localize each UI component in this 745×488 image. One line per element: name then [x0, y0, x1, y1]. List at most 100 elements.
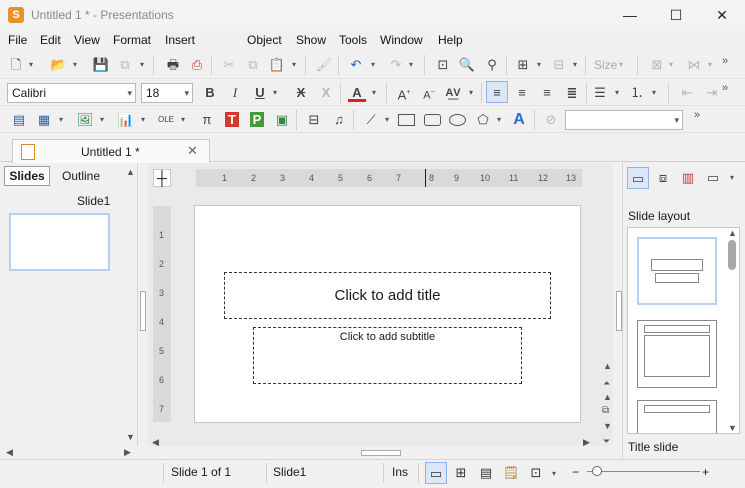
table-dropdown-icon[interactable]: ▾ [57, 109, 65, 131]
handout-view-icon[interactable]: ▤ [475, 462, 497, 484]
document-tab[interactable]: Untitled 1 * ✕ [12, 139, 210, 163]
previous-slide-icon[interactable]: ▲ [603, 392, 612, 402]
previous-page-icon[interactable]: ⏶ [603, 378, 610, 389]
transitions-sidebar-icon[interactable]: ⧈ [652, 167, 674, 189]
menu-view[interactable]: View [74, 33, 100, 47]
group-dropdown-icon[interactable]: ▾ [535, 54, 543, 76]
image-object-icon[interactable]: ▣ [271, 109, 293, 131]
redo-icon[interactable]: ↷ [385, 54, 407, 76]
formula-icon[interactable]: π [196, 109, 218, 131]
chart-icon[interactable]: 📊 [115, 109, 137, 131]
font-color-dropdown-icon[interactable]: ▾ [370, 82, 378, 104]
tab-outline[interactable]: Outline [54, 166, 108, 186]
slide-sorter-view-icon[interactable]: ⊞ [450, 462, 472, 484]
size-button[interactable]: Size [594, 58, 617, 72]
rounded-rectangle-shape-icon[interactable] [424, 114, 441, 126]
align-objects-icon[interactable]: ⊟ [548, 54, 570, 76]
ole-object-icon[interactable]: OLE [155, 109, 177, 131]
chevron-right-icon[interactable]: ▶ [124, 447, 131, 458]
align-dropdown-icon[interactable]: ▾ [571, 54, 579, 76]
font-size-combo[interactable]: 18 ▾ [141, 83, 193, 103]
undo-dropdown-icon[interactable]: ▾ [369, 54, 377, 76]
distribute-dropdown-icon[interactable]: ▾ [706, 54, 714, 76]
slide-size-icon[interactable]: ⊡ [432, 54, 454, 76]
autoshapes-dropdown-icon[interactable]: ▾ [495, 109, 503, 131]
decrease-indent-icon[interactable]: ⇤ [676, 82, 698, 104]
chevron-down-icon[interactable]: ▼ [728, 423, 737, 433]
arrange-icon[interactable]: ⊠ [646, 54, 668, 76]
menu-edit[interactable]: Edit [40, 33, 61, 47]
save-as-icon[interactable]: ⧉ [114, 54, 136, 76]
title-placeholder[interactable]: Click to add title [224, 272, 551, 319]
subtitle-placeholder[interactable]: Click to add subtitle [253, 327, 522, 384]
bottom-splitter-handle[interactable] [361, 450, 401, 456]
find-icon[interactable]: ⚲ [481, 54, 503, 76]
numbering-dropdown-icon[interactable]: ▾ [650, 82, 658, 104]
bullets-dropdown-icon[interactable]: ▾ [613, 82, 621, 104]
numbering-icon[interactable]: ⒈ [626, 82, 648, 104]
increase-indent-icon[interactable]: ⇥ [701, 82, 723, 104]
sound-icon[interactable]: ♫ [328, 109, 350, 131]
minimize-button[interactable]: — [607, 0, 653, 31]
underline-dropdown-icon[interactable]: ▾ [271, 82, 279, 104]
layout-scrollbar-thumb[interactable] [728, 240, 736, 270]
sidebar-dropdown-icon[interactable]: ▾ [728, 167, 736, 189]
spacing-dropdown-icon[interactable]: ▾ [467, 82, 475, 104]
justify-button[interactable]: ≣ [561, 82, 583, 104]
slide-layout-sidebar-icon[interactable]: ▭ [627, 167, 649, 189]
menu-object[interactable]: Object [247, 33, 282, 47]
toolbar-overflow-icon[interactable]: » [722, 82, 728, 94]
chevron-left-icon[interactable]: ◀ [152, 437, 159, 448]
rectangle-shape-icon[interactable] [398, 114, 415, 126]
layout-title-only[interactable] [637, 400, 717, 433]
clear-formatting-button[interactable]: X [315, 82, 337, 104]
line-dropdown-icon[interactable]: ▾ [383, 109, 391, 131]
align-left-button[interactable]: ≡ [486, 81, 508, 103]
close-tab-icon[interactable]: ✕ [187, 143, 198, 159]
undo-icon[interactable]: ↶ [345, 54, 367, 76]
chevron-left-icon[interactable]: ◀ [6, 447, 13, 458]
underline-button[interactable]: U [249, 82, 271, 104]
strikethrough-button[interactable]: X [290, 82, 312, 104]
new-document-icon[interactable]: 🗋 [5, 54, 27, 76]
size-dropdown-icon[interactable]: ▾ [617, 54, 625, 76]
autoshapes-icon[interactable]: ⬠ [472, 109, 494, 131]
redo-dropdown-icon[interactable]: ▾ [407, 54, 415, 76]
menu-insert[interactable]: Insert [165, 33, 195, 47]
insert-mode[interactable]: Ins [392, 465, 408, 479]
chevron-up-icon[interactable]: ▲ [728, 228, 737, 238]
toolbar-overflow-icon[interactable]: » [722, 55, 728, 67]
format-painter-icon[interactable]: 🖌 [313, 54, 335, 76]
open-folder-icon[interactable]: 📂 [48, 54, 70, 76]
paste-dropdown-icon[interactable]: ▾ [290, 54, 298, 76]
align-right-button[interactable]: ≡ [536, 82, 558, 104]
notes-view-icon[interactable]: 🗒 [500, 462, 522, 484]
planmaker-icon[interactable]: P [246, 109, 268, 131]
pdf-export-icon[interactable]: ⎙ [186, 54, 208, 76]
bold-button[interactable]: B [199, 82, 221, 104]
table-icon[interactable]: ▦ [33, 109, 55, 131]
distribute-icon[interactable]: ⋈ [683, 54, 705, 76]
toolbar-overflow-icon[interactable]: » [694, 109, 700, 121]
chevron-up-icon[interactable]: ▲ [603, 361, 612, 371]
print-icon[interactable]: 🖶 [162, 54, 184, 76]
panel-splitter-handle[interactable] [140, 291, 146, 331]
text-frame-icon[interactable]: ▤ [8, 109, 30, 131]
slide-master-sidebar-icon[interactable]: ▭ [702, 167, 724, 189]
object-properties-icon[interactable]: ⊘ [540, 109, 562, 131]
layout-title-slide[interactable] [637, 237, 717, 305]
menu-window[interactable]: Window [380, 33, 423, 47]
character-spacing-icon[interactable]: A͟V [442, 82, 464, 104]
save-dropdown-icon[interactable]: ▾ [138, 54, 146, 76]
slideshow-icon[interactable]: ⊡ [525, 462, 547, 484]
italic-button[interactable]: I [224, 82, 246, 104]
tab-stop-selector-icon[interactable]: ┼ [153, 169, 171, 187]
normal-view-icon[interactable]: ▭ [425, 462, 447, 484]
menu-format[interactable]: Format [113, 33, 151, 47]
chevron-right-icon[interactable]: ▶ [583, 437, 590, 448]
close-window-button[interactable]: ✕ [699, 0, 745, 31]
object-name-combo[interactable]: ▾ [565, 110, 683, 130]
slide-thumbnail[interactable] [9, 213, 110, 271]
zoom-in-button[interactable]: + [702, 465, 709, 479]
save-icon[interactable]: 💾 [90, 54, 112, 76]
